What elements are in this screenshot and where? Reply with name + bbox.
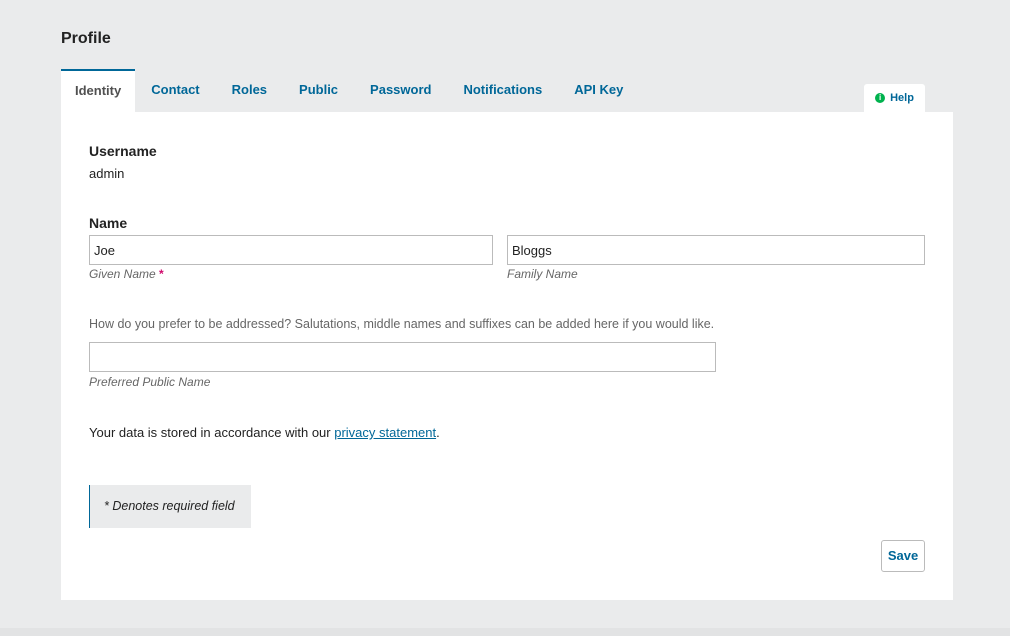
preferred-name-input[interactable] [89, 342, 716, 372]
tab-identity[interactable]: Identity [61, 69, 136, 112]
tab-contact[interactable]: Contact [135, 69, 215, 112]
tab-password[interactable]: Password [354, 69, 447, 112]
name-label: Name [89, 215, 128, 231]
username-label: Username [89, 143, 157, 159]
save-button[interactable]: Save [881, 540, 925, 572]
bottom-strip [0, 628, 1010, 636]
required-marker: * [159, 267, 164, 281]
username-value: admin [89, 166, 125, 181]
privacy-statement-link[interactable]: privacy statement [334, 425, 436, 440]
preferred-name-label: Preferred Public Name [89, 375, 211, 389]
required-field-notice: * Denotes required field [89, 485, 251, 528]
tab-public[interactable]: Public [283, 69, 354, 112]
identity-panel: Username admin Name Given Name * Family … [61, 112, 953, 600]
privacy-notice: Your data is stored in accordance with o… [89, 425, 440, 440]
tab-api-key[interactable]: API Key [558, 69, 639, 112]
help-button[interactable]: i Help [864, 84, 925, 112]
tab-notifications[interactable]: Notifications [447, 69, 558, 112]
info-icon: i [875, 93, 886, 103]
given-name-label-text: Given Name [89, 267, 156, 281]
tab-roles[interactable]: Roles [216, 69, 283, 112]
preferred-name-description: How do you prefer to be addressed? Salut… [89, 317, 715, 331]
help-label: Help [890, 92, 914, 104]
given-name-label: Given Name * [89, 267, 164, 281]
given-name-input[interactable] [89, 235, 493, 265]
privacy-suffix: . [436, 425, 440, 440]
family-name-label: Family Name [507, 267, 578, 281]
privacy-prefix: Your data is stored in accordance with o… [89, 425, 335, 440]
family-name-input[interactable] [507, 235, 925, 265]
profile-tabs: Identity Contact Roles Public Password N… [61, 69, 639, 112]
page-title: Profile [61, 30, 111, 47]
